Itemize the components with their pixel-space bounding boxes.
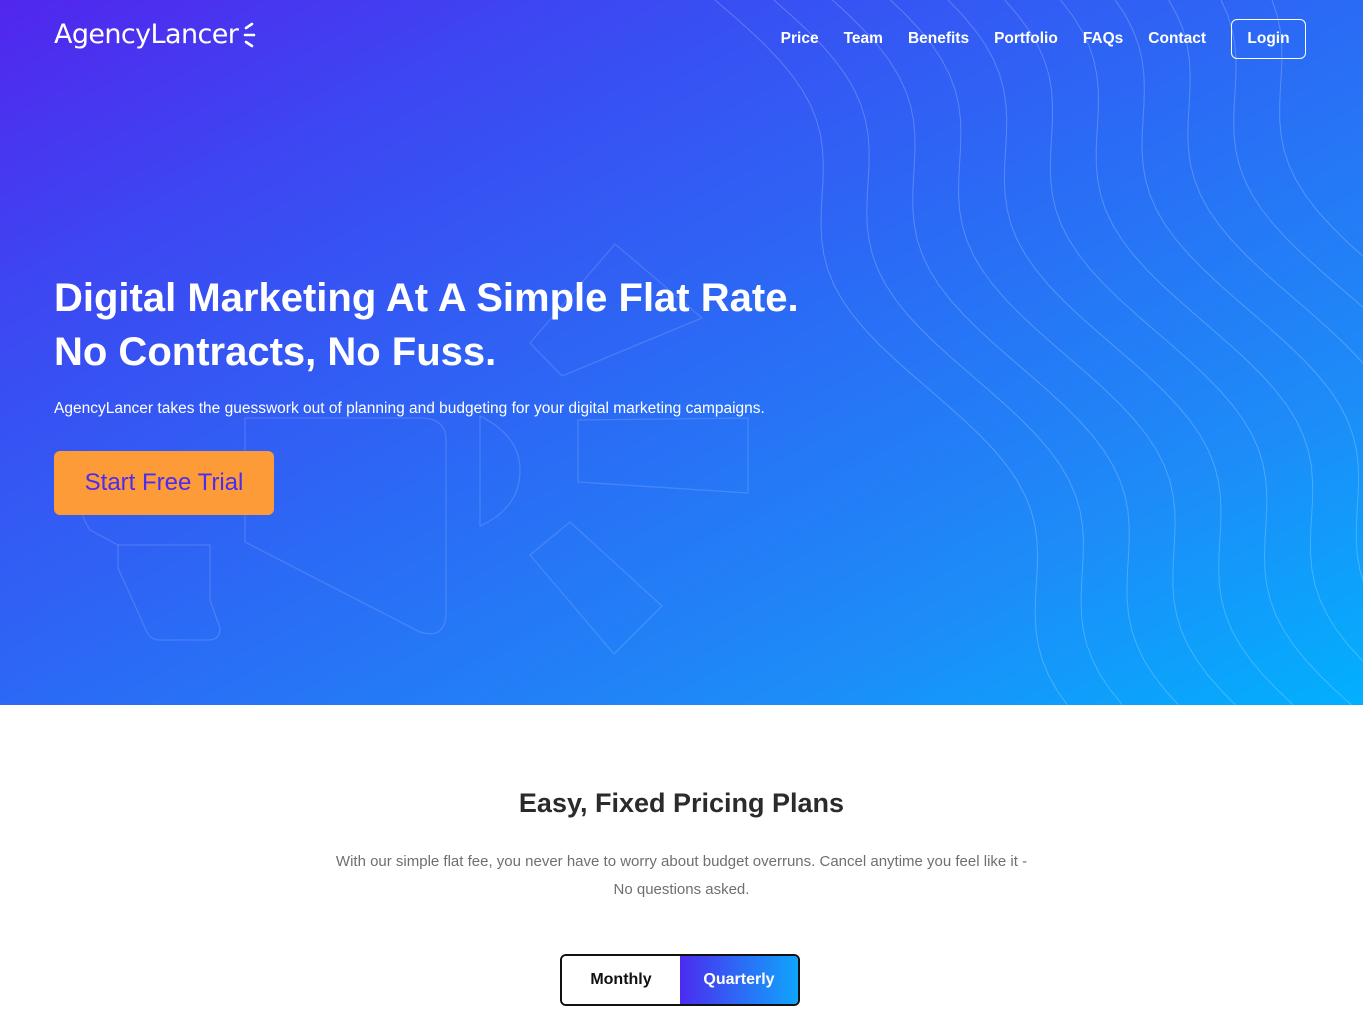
monthly-option[interactable]: Monthly [562, 956, 680, 1004]
nav-link-price[interactable]: Price [781, 30, 819, 48]
nav-link-team[interactable]: Team [844, 30, 883, 48]
brand-name: AgencyLancer [54, 18, 239, 50]
main-nav: Price Team Benefits Portfolio FAQs Conta… [781, 19, 1306, 59]
wave-line [1220, 0, 1363, 309]
hero-section: AgencyLancer Price Team Benefits Portfol… [0, 0, 1363, 705]
wave-line [1168, 0, 1363, 365]
brand-logo[interactable]: AgencyLancer [54, 14, 257, 54]
start-free-trial-button[interactable]: Start Free Trial [54, 451, 274, 515]
wave-line [1271, 0, 1363, 257]
nav-link-portfolio[interactable]: Portfolio [994, 30, 1058, 48]
pricing-description: With our simple flat fee, you never have… [335, 853, 1028, 898]
wave-line [1004, 0, 1353, 705]
billing-period-toggle: Monthly Quarterly [560, 954, 800, 1006]
nav-link-benefits[interactable]: Benefits [908, 30, 969, 48]
hero-title-line-1: Digital Marketing At A Simple Flat Rate. [54, 276, 799, 320]
quarterly-option[interactable]: Quarterly [680, 956, 798, 1004]
nav-link-faqs[interactable]: FAQs [1083, 30, 1123, 48]
login-button[interactable]: Login [1231, 19, 1306, 59]
hero-title-line-2: No Contracts, No Fuss. [54, 330, 497, 374]
hero-subtitle: AgencyLancer takes the guesswork out of … [54, 400, 765, 417]
nav-link-contact[interactable]: Contact [1148, 30, 1206, 48]
hero-title: Digital Marketing At A Simple Flat Rate.… [54, 271, 954, 379]
logo-mark-icon [243, 22, 256, 48]
wave-line [947, 0, 1294, 705]
wave-line [1114, 0, 1363, 583]
pricing-title: Easy, Fixed Pricing Plans [518, 788, 845, 818]
wave-line [1060, 0, 1363, 662]
